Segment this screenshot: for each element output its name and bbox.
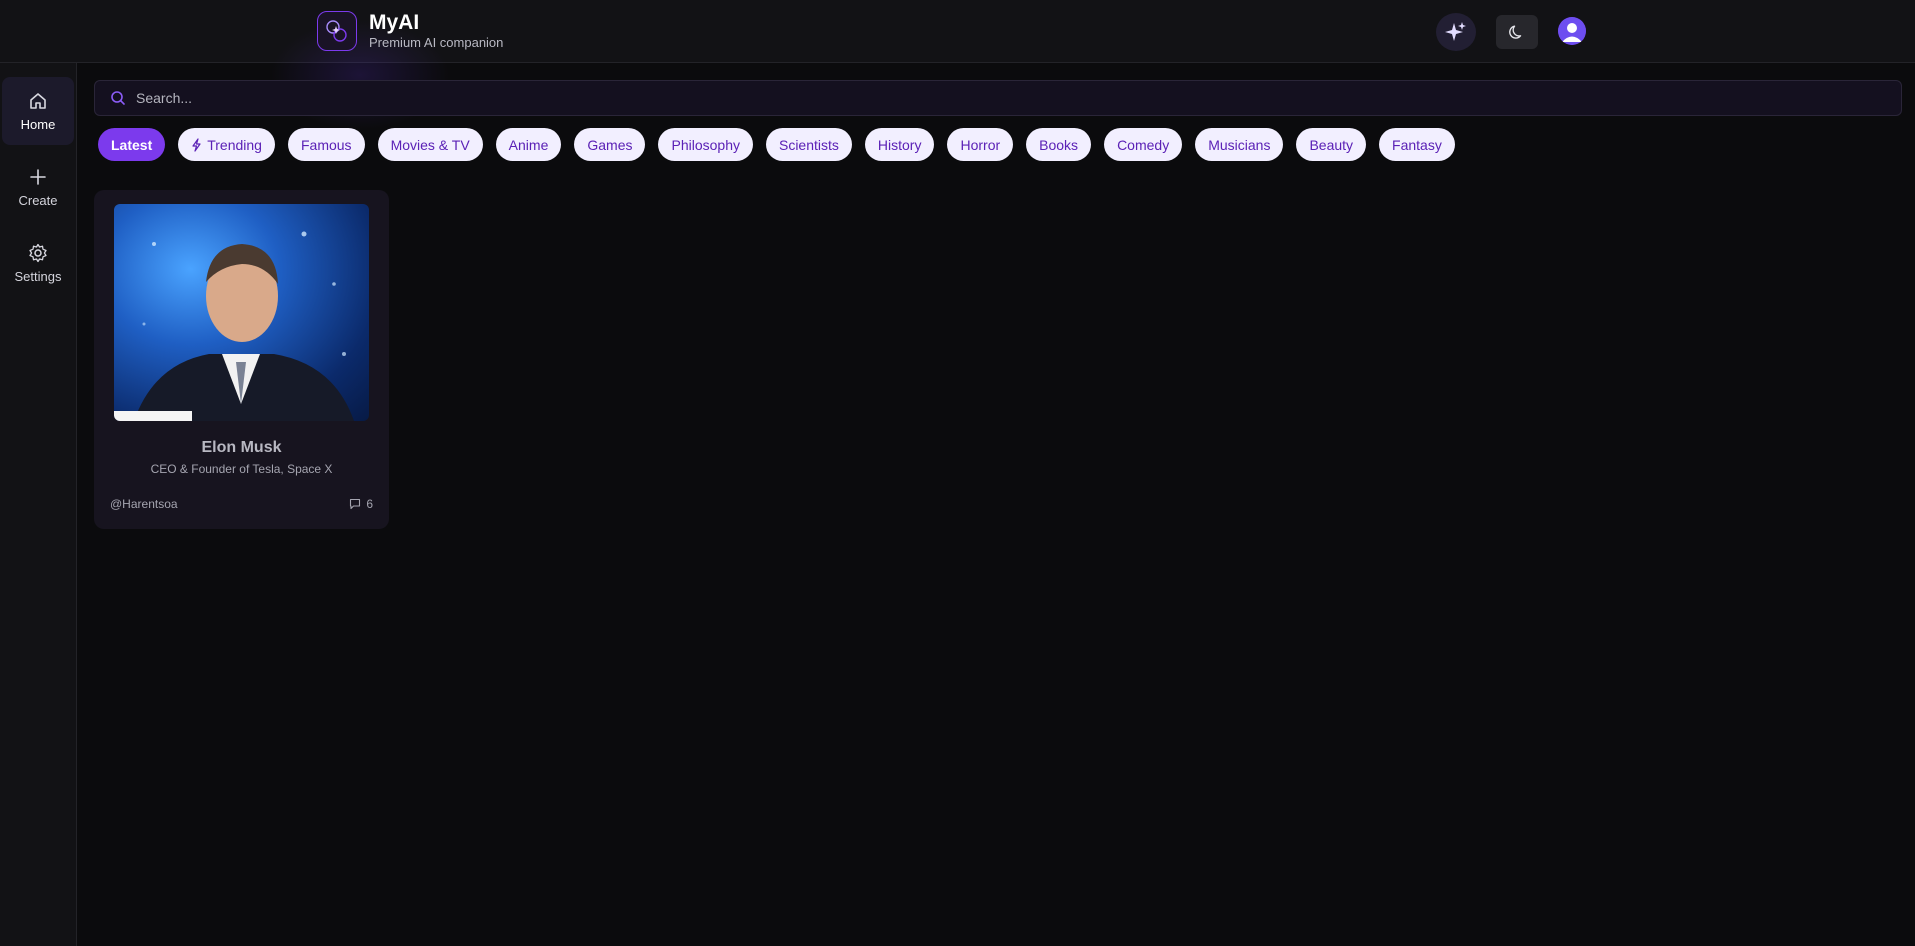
chip-label: Trending <box>207 136 262 153</box>
category-chip-games[interactable]: Games <box>574 128 646 161</box>
chip-label: Anime <box>508 136 549 153</box>
chip-label: Fantasy <box>1392 136 1442 153</box>
top-bar: MyAI Premium AI companion <box>0 0 1915 130</box>
category-chip-anime[interactable]: Anime <box>495 128 562 161</box>
chip-label: Movies & TV <box>390 136 470 153</box>
category-chip-comedy[interactable]: Comedy <box>1104 128 1183 161</box>
category-chip-movies-tv[interactable]: Movies & TV <box>377 128 483 161</box>
gear-icon <box>29 243 47 262</box>
moon-icon <box>1509 25 1522 39</box>
category-chip-musicians[interactable]: Musicians <box>1195 128 1284 161</box>
chip-label: Games <box>587 136 633 153</box>
chip-label: Famous <box>300 136 352 153</box>
chip-label: Books <box>1039 136 1079 153</box>
category-filter-bar: Latest Trending Famous Movies & TV Anime… <box>98 128 1468 161</box>
logo-icon <box>317 11 357 51</box>
category-chip-famous[interactable]: Famous <box>287 128 365 161</box>
category-chip-scientists[interactable]: Scientists <box>765 128 852 161</box>
app-tagline: Premium AI companion <box>369 35 504 50</box>
message-count: 6 <box>349 497 373 511</box>
plus-icon <box>30 168 46 185</box>
chip-label: Musicians <box>1208 136 1271 153</box>
chip-label: Latest <box>111 136 153 153</box>
sidebar: Home Create Settings <box>0 63 77 946</box>
category-chip-fantasy[interactable]: Fantasy <box>1379 128 1455 161</box>
theme-toggle-button[interactable] <box>1496 15 1538 49</box>
sidebar-item-label: Settings <box>14 268 62 284</box>
category-chip-trending[interactable]: Trending <box>178 128 275 161</box>
chip-label: Horror <box>960 136 1001 153</box>
category-chip-books[interactable]: Books <box>1026 128 1092 161</box>
companion-author: @Harentsoa <box>110 497 178 511</box>
companion-name: Elon Musk <box>201 439 282 456</box>
sidebar-item-label: Create <box>18 192 58 208</box>
chip-label: History <box>877 136 922 153</box>
search-bar <box>94 80 1902 116</box>
chip-label: Comedy <box>1117 136 1170 153</box>
category-chip-history[interactable]: History <box>864 128 935 161</box>
user-avatar-icon <box>1558 17 1586 45</box>
app-name: MyAI <box>369 11 420 34</box>
user-avatar-button[interactable] <box>1558 17 1586 45</box>
search-icon <box>111 91 125 105</box>
sidebar-item-label: Home <box>20 116 56 132</box>
chip-label: Philosophy <box>671 136 740 153</box>
message-count-value: 6 <box>366 497 373 511</box>
companion-photo <box>114 204 369 421</box>
chip-label: Scientists <box>778 136 839 153</box>
sparkles-icon <box>1445 22 1466 41</box>
category-chip-latest[interactable]: Latest <box>98 128 166 161</box>
sidebar-item-create[interactable]: Create <box>2 153 74 221</box>
chip-label: Beauty <box>1309 136 1354 153</box>
sidebar-item-home[interactable]: Home <box>2 77 74 145</box>
search-input[interactable] <box>134 89 1901 107</box>
bolt-icon <box>192 137 201 152</box>
companion-description: CEO & Founder of Tesla, Space X <box>150 462 333 476</box>
companion-card[interactable]: Elon Musk CEO & Founder of Tesla, Space … <box>94 190 389 529</box>
category-chip-beauty[interactable]: Beauty <box>1296 128 1367 161</box>
brand[interactable]: MyAI Premium AI companion <box>317 11 503 51</box>
chat-bubble-icon <box>350 498 361 510</box>
sidebar-item-settings[interactable]: Settings <box>2 229 74 297</box>
category-chip-horror[interactable]: Horror <box>947 128 1014 161</box>
home-icon <box>30 92 46 109</box>
ai-sparkle-button[interactable] <box>1436 13 1476 51</box>
category-chip-philosophy[interactable]: Philosophy <box>658 128 753 161</box>
